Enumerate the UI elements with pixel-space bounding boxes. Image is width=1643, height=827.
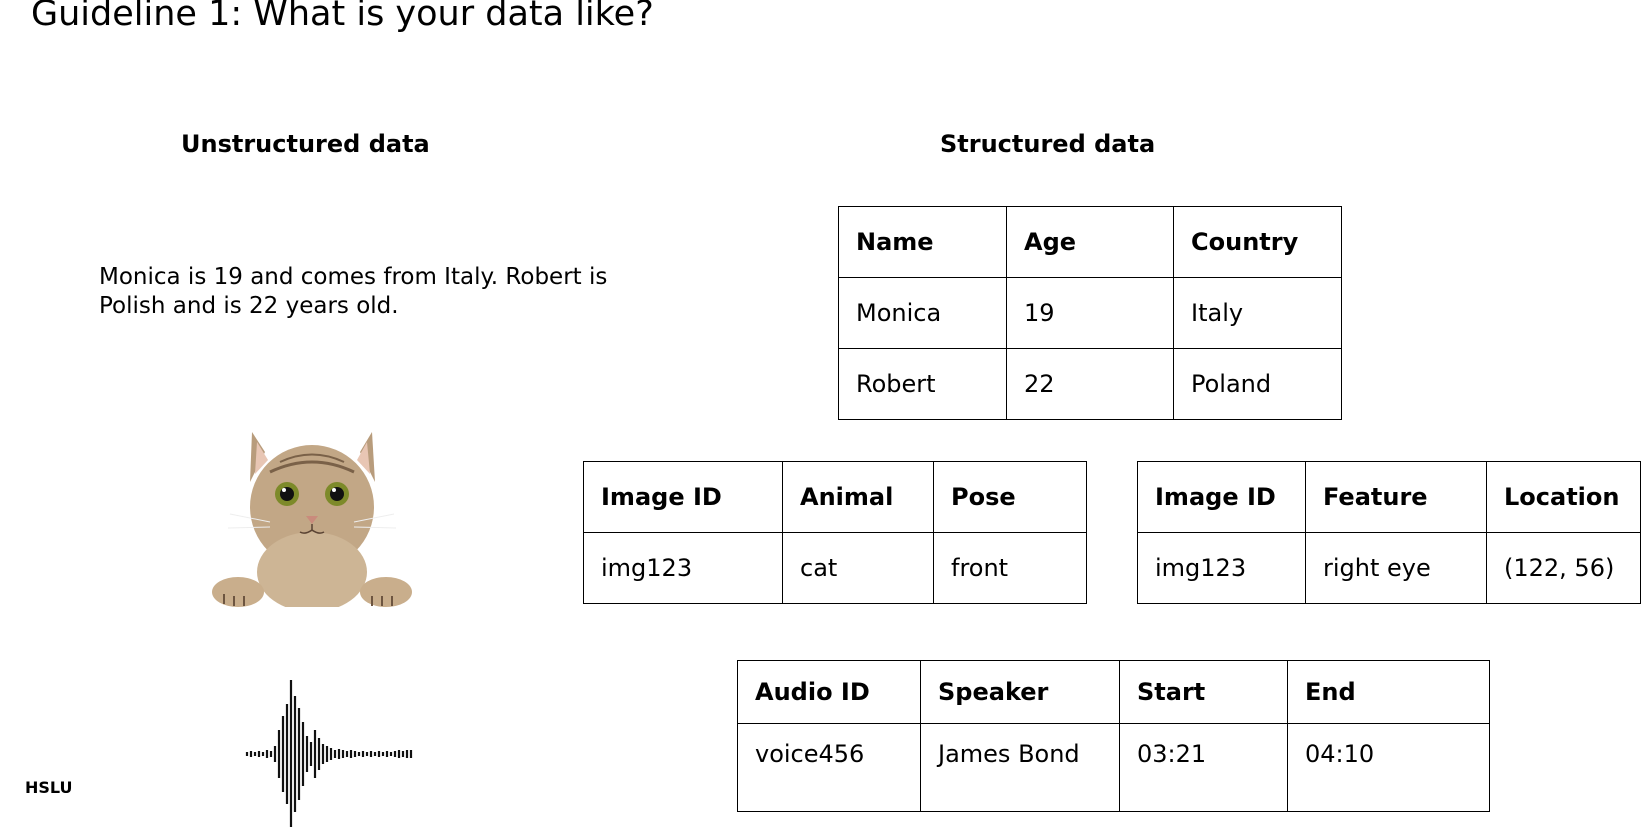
table-header-row: Image ID Feature Location: [1137, 461, 1641, 533]
table-header-cell: Age: [1006, 206, 1174, 278]
table-cell: 03:21: [1119, 723, 1288, 812]
table-cell: right eye: [1305, 532, 1487, 604]
table-header-row: Image ID Animal Pose: [583, 461, 1087, 533]
table-header-cell: Start: [1119, 660, 1288, 724]
table-header-cell: End: [1287, 660, 1490, 724]
table-row: img123 right eye (122, 56): [1137, 532, 1641, 604]
table-cell: Poland: [1173, 348, 1342, 420]
table-cell: 04:10: [1287, 723, 1490, 812]
table-row: Monica 19 Italy: [838, 277, 1342, 349]
table-header-cell: Pose: [933, 461, 1087, 533]
people-table: Name Age Country Monica 19 Italy Robert …: [838, 206, 1342, 420]
table-cell: 19: [1006, 277, 1174, 349]
table-header-cell: Name: [838, 206, 1007, 278]
hslu-logo: HSLU: [25, 778, 73, 797]
table-cell: Robert: [838, 348, 1007, 420]
table-header-row: Audio ID Speaker Start End: [737, 660, 1490, 724]
audio-waveform-icon: [245, 680, 413, 827]
table-header-cell: Image ID: [583, 461, 783, 533]
unstructured-heading: Unstructured data: [181, 130, 430, 158]
table-cell: Italy: [1173, 277, 1342, 349]
table-cell: img123: [583, 532, 783, 604]
table-header-cell: Audio ID: [737, 660, 921, 724]
table-header-cell: Feature: [1305, 461, 1487, 533]
image-table: Image ID Animal Pose img123 cat front: [583, 461, 1087, 604]
table-header-cell: Speaker: [920, 660, 1120, 724]
table-header-cell: Animal: [782, 461, 934, 533]
table-cell: Monica: [838, 277, 1007, 349]
unstructured-text: Monica is 19 and comes from Italy. Rober…: [99, 264, 608, 319]
table-header-cell: Location: [1486, 461, 1641, 533]
table-cell: cat: [782, 532, 934, 604]
table-header-cell: Country: [1173, 206, 1342, 278]
table-header-cell: Image ID: [1137, 461, 1306, 533]
audio-table: Audio ID Speaker Start End voice456 Jame…: [737, 660, 1490, 812]
table-header-row: Name Age Country: [838, 206, 1342, 278]
table-cell: img123: [1137, 532, 1306, 604]
table-cell: James Bond: [920, 723, 1120, 812]
table-cell: front: [933, 532, 1087, 604]
table-row: voice456 James Bond 03:21 04:10: [737, 723, 1490, 812]
cat-image: [212, 432, 412, 607]
table-row: Robert 22 Poland: [838, 348, 1342, 420]
table-cell: 22: [1006, 348, 1174, 420]
structured-heading: Structured data: [940, 130, 1156, 158]
table-row: img123 cat front: [583, 532, 1087, 604]
table-cell: voice456: [737, 723, 921, 812]
table-cell: (122, 56): [1486, 532, 1641, 604]
page-title: Guideline 1: What is your data like?: [31, 0, 654, 34]
feature-table: Image ID Feature Location img123 right e…: [1137, 461, 1641, 604]
